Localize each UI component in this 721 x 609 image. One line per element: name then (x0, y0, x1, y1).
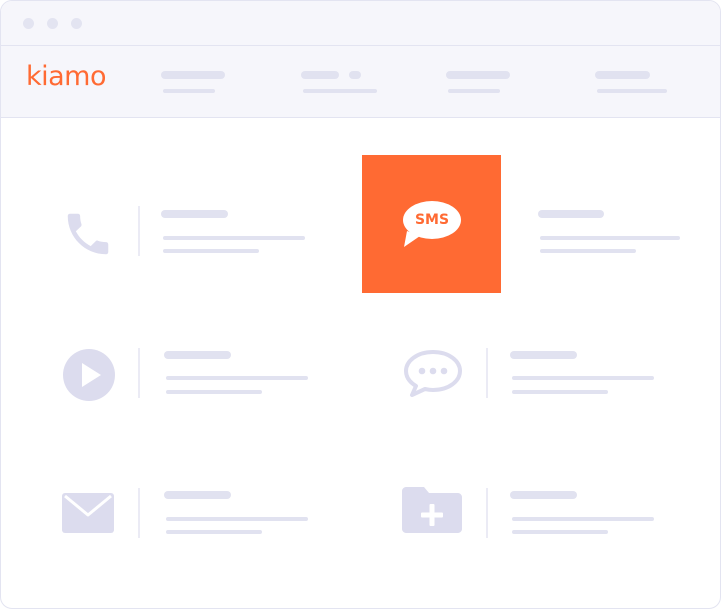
nav-bar: kiamo (1, 46, 720, 118)
maximize-dot[interactable] (71, 18, 82, 29)
close-dot[interactable] (23, 18, 34, 29)
sms-label: SMS (414, 212, 450, 228)
minimize-dot[interactable] (47, 18, 58, 29)
phone-icon (67, 213, 109, 255)
envelope-icon (62, 493, 114, 533)
kiamo-logo[interactable]: kiamo (26, 63, 107, 90)
play-icon (63, 349, 115, 401)
chat-bubble-icon (404, 350, 462, 397)
browser-window: kiamo SMS (0, 0, 721, 609)
folder-plus-icon (402, 487, 462, 533)
sms-tile[interactable]: SMS (362, 155, 501, 293)
title-bar (1, 1, 720, 46)
